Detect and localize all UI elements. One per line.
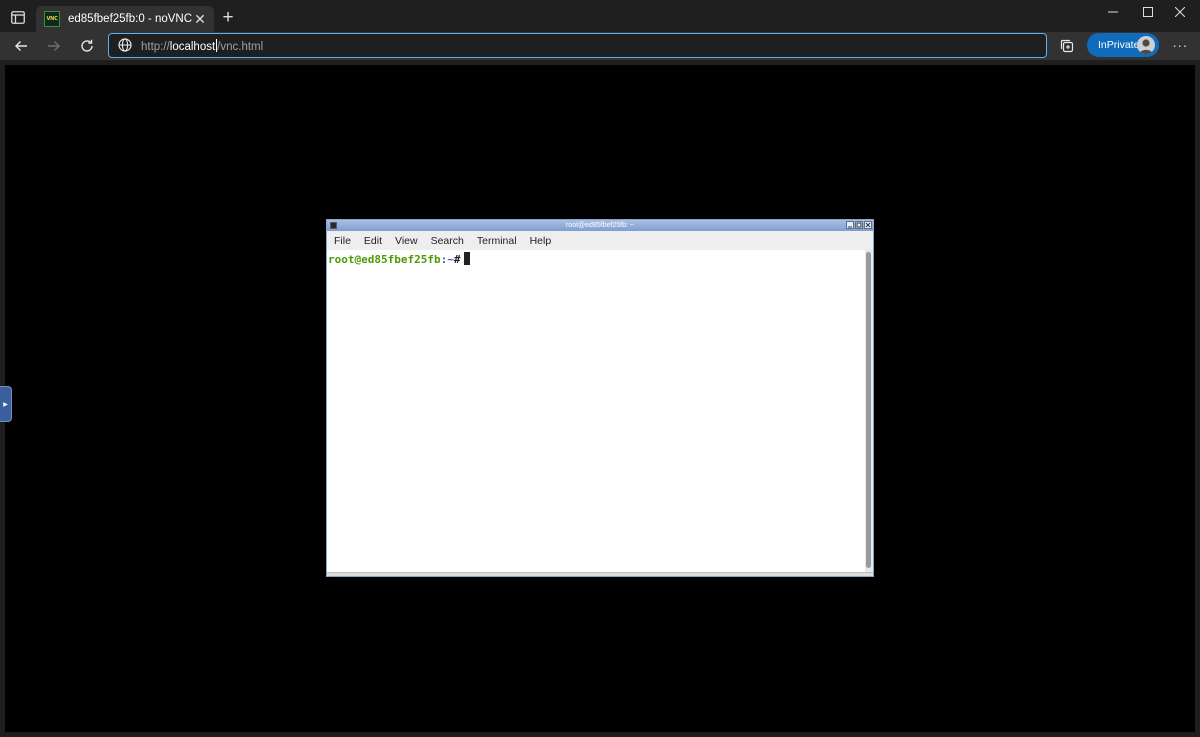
terminal-scrollbar-thumb[interactable] xyxy=(866,252,871,568)
terminal-cursor xyxy=(464,252,471,265)
url-host: localhost xyxy=(169,41,216,53)
menu-file[interactable]: File xyxy=(333,235,352,247)
settings-more-button[interactable]: ··· xyxy=(1170,34,1190,58)
terminal-minimize-button[interactable] xyxy=(846,221,854,229)
terminal-menubar: File Edit View Search Terminal Help xyxy=(327,231,873,250)
tab-title: ed85fbef25fb:0 - noVNC xyxy=(68,13,192,25)
menu-edit[interactable]: Edit xyxy=(363,235,383,247)
close-icon xyxy=(1175,7,1185,17)
globe-icon xyxy=(118,38,132,52)
url-text: http://localhost/vnc.html xyxy=(141,39,263,53)
browser-toolbar: http://localhost/vnc.html InPrivate ··· xyxy=(0,32,1200,60)
terminal-maximize-button[interactable] xyxy=(855,221,863,229)
url-path: /vnc.html xyxy=(217,41,264,53)
url-scheme: http:// xyxy=(141,41,170,53)
tab-close-button[interactable]: ✕ xyxy=(192,11,208,27)
back-button[interactable] xyxy=(9,34,33,58)
novnc-favicon-icon: VNC xyxy=(44,11,60,27)
prompt-user-host: root@ed85fbef25fb xyxy=(328,253,441,266)
minimize-icon xyxy=(848,226,852,228)
terminal-text-area[interactable]: root@ed85fbef25fb:~# xyxy=(327,250,865,572)
maximize-icon xyxy=(1143,7,1153,17)
menu-help[interactable]: Help xyxy=(529,235,553,247)
terminal-bottom-edge xyxy=(327,572,873,576)
tab-actions-icon xyxy=(11,10,25,24)
close-icon xyxy=(865,222,871,228)
expand-arrow-icon: ▶ xyxy=(3,401,8,408)
menu-search[interactable]: Search xyxy=(430,235,465,247)
novnc-control-bar-handle[interactable]: ▶ xyxy=(0,386,12,422)
terminal-scrollbar[interactable] xyxy=(865,250,873,572)
browser-window: VNC ed85fbef25fb:0 - noVNC ✕ + http://lo… xyxy=(0,0,1200,737)
inprivate-label: InPrivate xyxy=(1098,39,1140,51)
prompt-symbol: # xyxy=(453,253,461,266)
forward-arrow-icon xyxy=(48,41,60,51)
terminal-window[interactable]: root@ed85fbef25fb: ~ File Edit View Sear… xyxy=(326,219,874,577)
collections-icon[interactable] xyxy=(1058,37,1076,55)
close-window-button[interactable] xyxy=(1160,0,1200,24)
tab-novnc[interactable]: VNC ed85fbef25fb:0 - noVNC ✕ xyxy=(36,6,214,32)
tab-actions-button[interactable] xyxy=(8,8,28,26)
address-bar[interactable]: http://localhost/vnc.html xyxy=(108,33,1047,58)
refresh-icon xyxy=(81,39,93,52)
terminal-close-button[interactable] xyxy=(864,221,872,229)
maximize-icon xyxy=(856,222,862,228)
back-arrow-icon xyxy=(15,41,27,51)
menu-view[interactable]: View xyxy=(394,235,419,247)
refresh-button[interactable] xyxy=(75,34,99,58)
minimize-icon xyxy=(1108,11,1118,13)
menu-terminal[interactable]: Terminal xyxy=(476,235,518,247)
terminal-prompt-line: root@ed85fbef25fb:~# xyxy=(328,252,471,267)
prompt-path: :~ xyxy=(440,253,454,266)
inprivate-button[interactable]: InPrivate xyxy=(1087,33,1159,57)
avatar-icon xyxy=(1137,36,1155,54)
tab-strip: VNC ed85fbef25fb:0 - noVNC ✕ + xyxy=(0,0,1200,32)
minimize-button[interactable] xyxy=(1093,0,1133,24)
terminal-title: root@ed85fbef25fb: ~ xyxy=(565,222,635,229)
forward-button[interactable] xyxy=(42,34,66,58)
new-tab-button[interactable]: + xyxy=(219,8,237,27)
terminal-titlebar[interactable]: root@ed85fbef25fb: ~ xyxy=(327,220,873,231)
